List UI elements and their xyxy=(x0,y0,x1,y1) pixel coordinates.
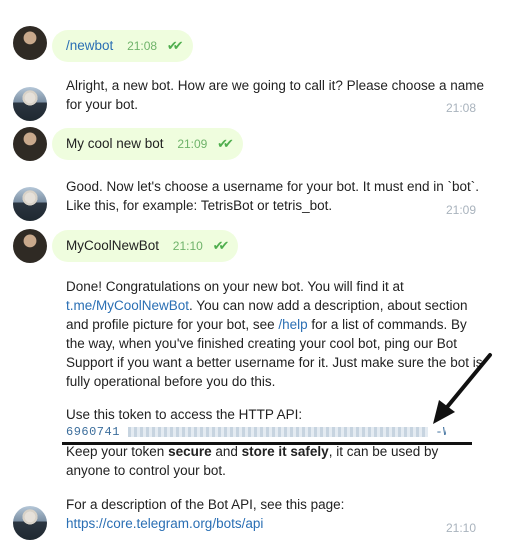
message-text: and xyxy=(211,444,242,459)
user-avatar[interactable] xyxy=(13,127,47,161)
bot-avatar[interactable] xyxy=(13,187,47,221)
message-text: Keep your token xyxy=(66,444,169,459)
annotation-arrow-icon xyxy=(433,353,492,424)
message-time: 21:08 xyxy=(127,39,158,53)
message-time: 21:10 xyxy=(446,521,477,535)
token-warning: Keep your token secure and store it safe… xyxy=(66,442,486,480)
help-command-link[interactable]: /help xyxy=(278,317,307,332)
token-redacted xyxy=(127,426,428,437)
message-text-bold: store it safely xyxy=(241,444,329,459)
api-docs-link[interactable]: https://core.telegram.org/bots/api xyxy=(66,514,486,533)
user-avatar[interactable] xyxy=(13,229,47,263)
bot-avatar[interactable] xyxy=(13,506,47,540)
read-checkmark-icon: ✔✔ xyxy=(212,238,230,253)
read-checkmark-icon: ✔✔ xyxy=(166,38,184,53)
outgoing-message[interactable]: My cool new bot 21:09 ✔✔ xyxy=(52,128,243,160)
message-text: Done! Congratulations on your new bot. Y… xyxy=(66,279,404,294)
user-avatar[interactable] xyxy=(13,26,47,60)
outgoing-message[interactable]: MyCoolNewBot 21:10 ✔✔ xyxy=(52,230,239,262)
message-paragraph: Done! Congratulations on your new bot. Y… xyxy=(66,277,486,391)
message-time: 21:08 xyxy=(446,101,477,115)
token-label: Use this token to access the HTTP API: xyxy=(66,405,486,424)
read-checkmark-icon: ✔✔ xyxy=(217,136,234,151)
message-text: MyCoolNewBot xyxy=(66,238,160,253)
api-token[interactable]: 6960741 -W8 xyxy=(66,425,446,441)
message-time: 21:09 xyxy=(446,203,477,217)
incoming-message: Alright, a new bot. How are we going to … xyxy=(66,76,486,114)
message-text: For a description of the Bot API, see th… xyxy=(66,497,345,512)
message-text: Use this token to access the HTTP API: xyxy=(66,407,303,422)
incoming-message: Done! Congratulations on your new bot. Y… xyxy=(66,277,486,391)
message-text: My cool new bot xyxy=(66,136,164,151)
message-time: 21:10 xyxy=(172,239,203,253)
message-time: 21:09 xyxy=(177,137,208,151)
bot-link[interactable]: t.me/MyCoolNewBot xyxy=(66,298,189,313)
message-text-bold: secure xyxy=(168,444,212,459)
outgoing-message[interactable]: /newbot 21:08 ✔✔ xyxy=(52,30,193,62)
message-text: Alright, a new bot. How are we going to … xyxy=(66,78,484,112)
message-text: /newbot xyxy=(66,38,114,53)
message-text: Good. Now let's choose a username for yo… xyxy=(66,179,480,213)
bot-avatar[interactable] xyxy=(13,87,47,121)
token-start: 6960741 xyxy=(66,425,120,439)
incoming-message: Good. Now let's choose a username for yo… xyxy=(66,177,486,215)
api-info: For a description of the Bot API, see th… xyxy=(66,495,486,533)
